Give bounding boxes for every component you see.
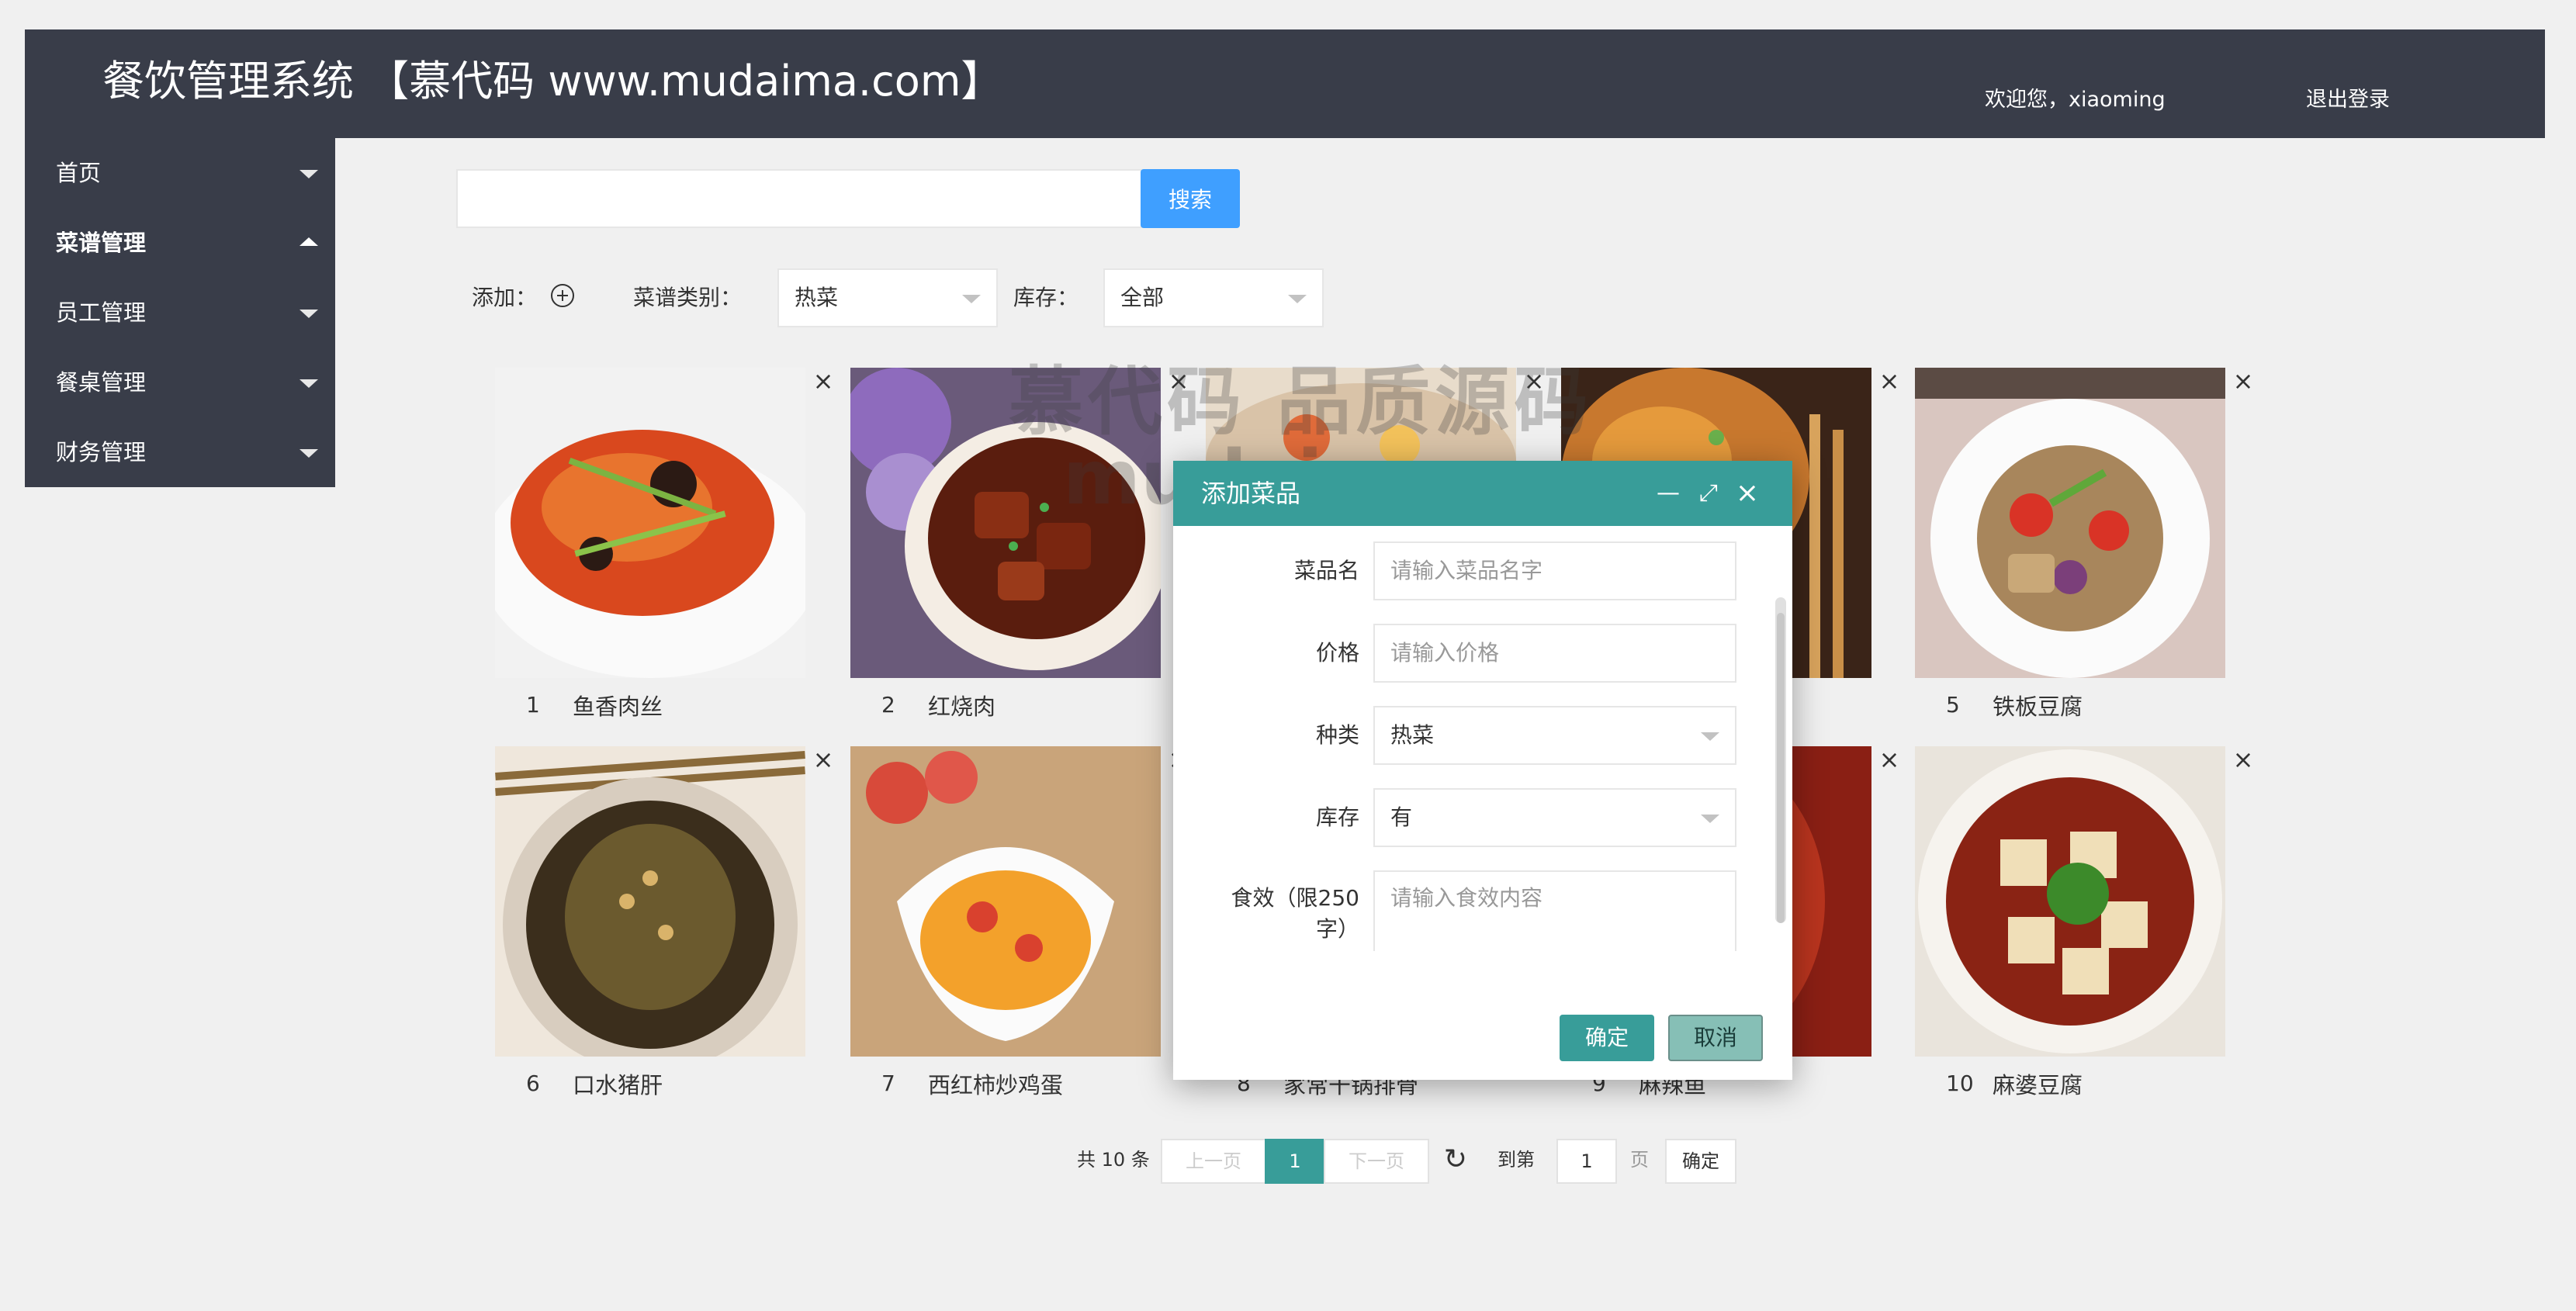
chevron-down-icon: [299, 379, 318, 388]
watermark-text: 慕代码 品质源码: [1009, 358, 1594, 445]
type-select[interactable]: 热菜: [1373, 706, 1736, 765]
goto-label: 到第: [1497, 1149, 1535, 1171]
add-dish-dialog: 添加菜品 — ⤢ × 菜品名 请输入菜品名字 价格 请输入价格 种类 热菜 库存…: [1173, 461, 1792, 1080]
close-icon[interactable]: ×: [1732, 478, 1763, 509]
chevron-down-icon: [1288, 295, 1307, 303]
sidebar-item-label: 首页: [56, 160, 102, 186]
pagination-total: 共 10 条: [1077, 1149, 1150, 1171]
dialog-form: 菜品名 请输入菜品名字 价格 请输入价格 种类 热菜 库存 有 食效（限250 …: [1173, 526, 1792, 951]
dish-number: 6: [526, 1071, 540, 1096]
dish-name: 口水猪肝: [573, 1072, 663, 1098]
price-input[interactable]: 请输入价格: [1373, 624, 1736, 683]
dish-photo: [850, 746, 1161, 1057]
chevron-up-icon: [299, 237, 318, 246]
logout-link[interactable]: 退出登录: [2306, 82, 2390, 112]
price-label: 价格: [1315, 640, 1359, 666]
scrollbar-thumb[interactable]: [1777, 613, 1785, 923]
dish-number: 5: [1946, 692, 1960, 718]
effect-label: 食效（限250 字）: [1231, 885, 1359, 942]
dish-card[interactable]: × 6 口水猪肝: [495, 746, 833, 1103]
dish-photo: [495, 368, 805, 678]
top-header: 餐饮管理系统 【慕代码 www.mudaima.com】 欢迎您，xiaomin…: [25, 29, 2545, 138]
chevron-down-icon: [299, 449, 318, 458]
effect-textarea[interactable]: 请输入食效内容: [1373, 870, 1736, 951]
dish-name: 红烧肉: [928, 694, 996, 720]
dish-name-label: 菜品名: [1293, 558, 1359, 583]
search-button[interactable]: 搜索: [1141, 169, 1240, 228]
chevron-down-icon: [299, 170, 318, 178]
next-page-button[interactable]: 下一页: [1324, 1139, 1429, 1184]
sidebar-item-table-management[interactable]: 餐桌管理: [25, 348, 335, 417]
delete-icon[interactable]: ×: [1878, 747, 1901, 772]
delete-icon[interactable]: ×: [1878, 368, 1901, 393]
dish-name: 麻婆豆腐: [1993, 1072, 2083, 1098]
sidebar-item-menu-management[interactable]: 菜谱管理: [25, 208, 335, 278]
stock-select[interactable]: 全部: [1103, 268, 1324, 327]
dish-photo: [1915, 746, 2225, 1057]
sidebar-item-home[interactable]: 首页: [25, 138, 335, 208]
minimize-icon[interactable]: —: [1653, 478, 1684, 509]
search-input[interactable]: [456, 169, 1142, 228]
sidebar-item-finance-management[interactable]: 财务管理: [25, 417, 335, 487]
category-label: 菜谱类别：: [633, 285, 743, 310]
type-label: 种类: [1315, 722, 1359, 748]
app-title: 餐饮管理系统 【慕代码 www.mudaima.com】: [102, 57, 1003, 106]
dish-photo: [1915, 368, 2225, 678]
dish-name: 铁板豆腐: [1993, 694, 2083, 720]
page-number-input[interactable]: 1: [1556, 1139, 1617, 1184]
chevron-down-icon: [962, 295, 981, 303]
sidebar-item-label: 餐桌管理: [56, 369, 147, 396]
delete-icon[interactable]: ×: [2231, 368, 2255, 393]
chevron-down-icon: [1701, 815, 1719, 823]
delete-icon[interactable]: ×: [812, 368, 835, 393]
chevron-down-icon: [1701, 732, 1719, 741]
dish-name: 鱼香肉丝: [573, 694, 663, 720]
dish-name-input[interactable]: 请输入菜品名字: [1373, 541, 1736, 600]
sidebar-item-label: 员工管理: [56, 299, 147, 326]
category-select[interactable]: 热菜: [777, 268, 998, 327]
add-circle-icon[interactable]: [551, 284, 574, 307]
stock-field-value: 有: [1390, 804, 1413, 830]
dish-photo: [495, 746, 805, 1057]
add-label: 添加：: [472, 285, 538, 310]
sidebar: 首页 菜谱管理 员工管理 餐桌管理 财务管理: [25, 138, 335, 487]
confirm-button[interactable]: 确定: [1560, 1015, 1654, 1061]
refresh-icon[interactable]: ↻: [1440, 1139, 1471, 1184]
type-select-value: 热菜: [1390, 722, 1435, 748]
dish-number: 2: [881, 692, 895, 718]
dish-number: 1: [526, 692, 540, 718]
maximize-icon[interactable]: ⤢: [1693, 478, 1724, 509]
dish-card[interactable]: × 5 铁板豆腐: [1915, 368, 2253, 725]
dish-card[interactable]: × 10 麻婆豆腐: [1915, 746, 2253, 1103]
dish-name: 西红柿炒鸡蛋: [928, 1072, 1064, 1098]
dialog-title: 添加菜品: [1201, 479, 1301, 508]
dish-number: 7: [881, 1071, 895, 1096]
stock-field-label: 库存: [1315, 804, 1359, 830]
sidebar-item-label: 菜谱管理: [56, 230, 147, 256]
goto-confirm-button[interactable]: 确定: [1665, 1139, 1736, 1184]
stock-select-value: 全部: [1120, 285, 1165, 310]
sidebar-item-label: 财务管理: [56, 439, 147, 465]
stock-field-select[interactable]: 有: [1373, 788, 1736, 847]
sidebar-item-staff-management[interactable]: 员工管理: [25, 278, 335, 348]
delete-icon[interactable]: ×: [812, 747, 835, 772]
welcome-text: 欢迎您，xiaoming: [1985, 88, 2166, 112]
cancel-button[interactable]: 取消: [1668, 1015, 1763, 1061]
stock-label: 库存：: [1013, 285, 1079, 310]
dish-card[interactable]: × 7 西红柿炒鸡蛋: [850, 746, 1189, 1103]
chevron-down-icon: [299, 310, 318, 318]
delete-icon[interactable]: ×: [2231, 747, 2255, 772]
dish-number: 10: [1946, 1071, 1974, 1096]
page-unit-label: 页: [1630, 1149, 1649, 1171]
dialog-scrollbar[interactable]: [1775, 597, 1786, 923]
prev-page-button[interactable]: 上一页: [1161, 1139, 1266, 1184]
dish-card[interactable]: × 1 鱼香肉丝: [495, 368, 833, 725]
page-1-button[interactable]: 1: [1265, 1139, 1325, 1184]
category-select-value: 热菜: [795, 285, 839, 310]
